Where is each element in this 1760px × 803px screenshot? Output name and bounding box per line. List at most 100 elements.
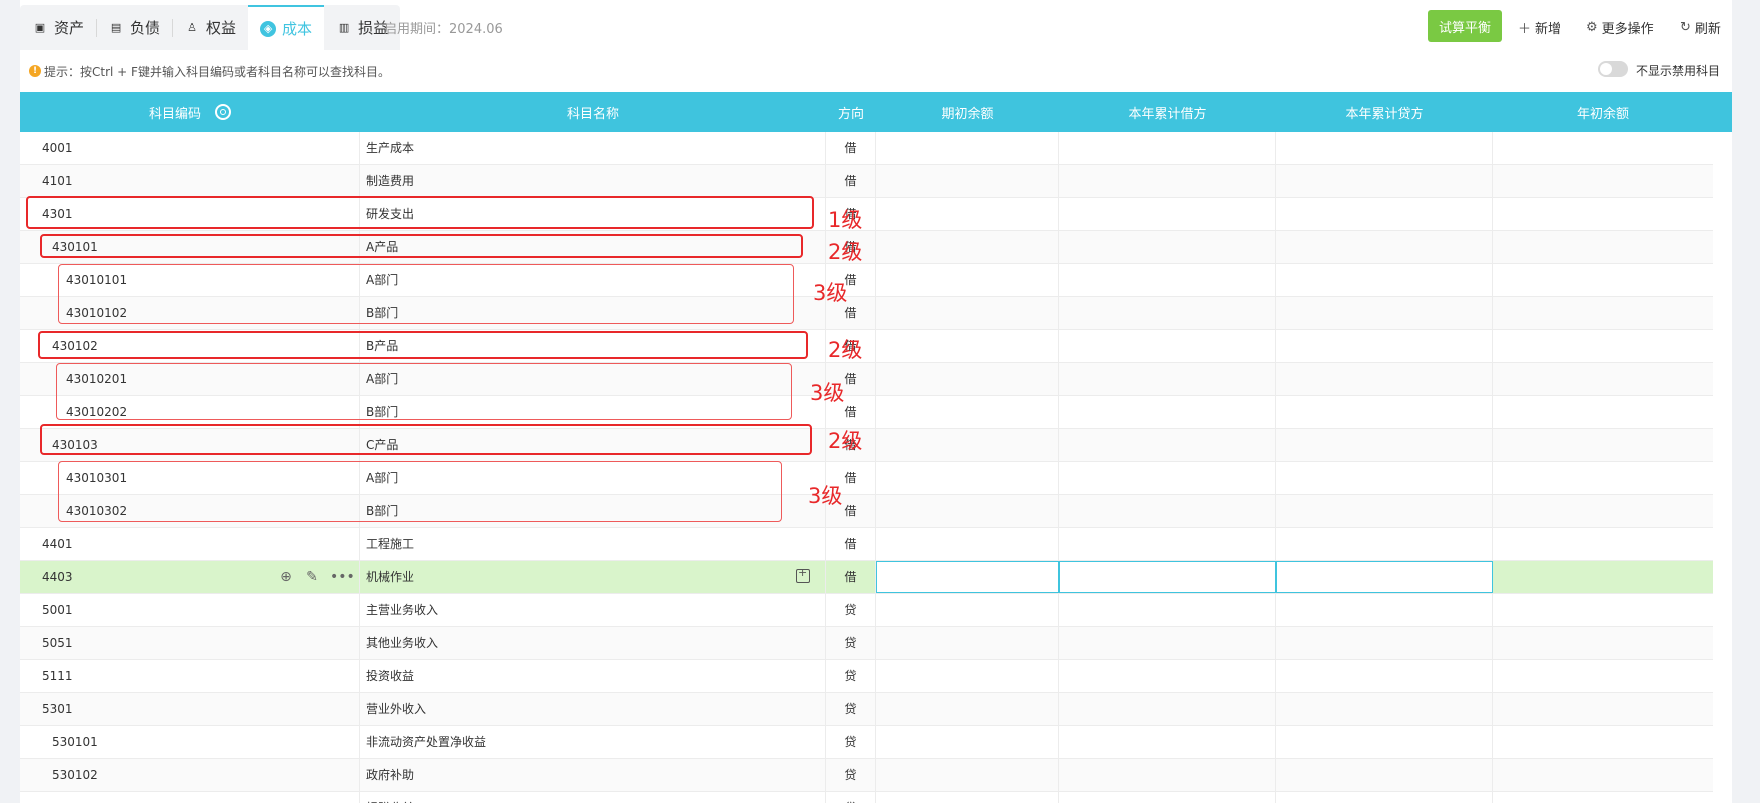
- more-actions-icon: ⚙: [1586, 20, 1598, 35]
- tab-label: 成本: [282, 20, 313, 38]
- cell-ytd-credit: [1276, 594, 1493, 626]
- cell-ytd-credit: [1276, 297, 1493, 329]
- annotation-label-level3-c: 3级: [808, 484, 843, 508]
- tab-liabilities[interactable]: ▤ 负债: [96, 5, 172, 50]
- column-header-opening-balance: 期初余额: [941, 106, 994, 122]
- cell-year-opening: [1493, 660, 1713, 692]
- tab-assets[interactable]: ▣ 资产: [20, 5, 96, 50]
- plus-icon: ＋: [1518, 22, 1532, 37]
- column-header-code-label: 科目编码: [148, 106, 201, 122]
- cell-ytd-debit: [1059, 264, 1276, 296]
- cell-ytd-debit: [1059, 363, 1276, 395]
- cell-ytd-debit: [1059, 693, 1276, 725]
- column-header-name: 科目名称: [566, 106, 619, 122]
- cell-subject-code: 530102: [20, 759, 360, 791]
- table-row[interactable]: 530103捐赠收益贷: [20, 792, 1713, 803]
- cell-year-opening: [1493, 330, 1713, 362]
- period-label: 启用期间：: [384, 22, 450, 37]
- cell-ytd-credit: [1276, 231, 1493, 263]
- cell-year-opening: [1493, 759, 1713, 791]
- cell-ytd-credit: [1276, 693, 1493, 725]
- cell-opening-balance[interactable]: [876, 561, 1059, 593]
- tab-cost[interactable]: ◈ 成本: [248, 5, 325, 50]
- asset-icon: ▣: [34, 21, 46, 34]
- table-row[interactable]: 4101 制造费用借: [20, 165, 1713, 198]
- table-row[interactable]: 530102 政府补助贷: [20, 759, 1713, 792]
- cell-opening-balance: [876, 429, 1059, 461]
- cell-opening-balance: [876, 693, 1059, 725]
- cell-direction: 贷: [826, 759, 876, 791]
- cell-subject-code: 5001: [20, 594, 360, 626]
- cell-opening-balance: [876, 462, 1059, 494]
- cell-direction: 贷: [826, 660, 876, 692]
- cell-year-opening: [1493, 132, 1713, 164]
- cell-year-opening: [1493, 495, 1713, 527]
- annotation-label-level3-a: 3级: [813, 281, 848, 305]
- table-row[interactable]: 4001 生产成本借: [20, 132, 1713, 165]
- cell-ytd-credit[interactable]: [1276, 561, 1493, 593]
- cell-ytd-debit: [1059, 792, 1276, 803]
- table-row[interactable]: 4403 机械作业借 ⊕ ✎ •••: [20, 561, 1713, 594]
- warning-icon: !: [29, 65, 41, 77]
- cell-ytd-debit: [1059, 330, 1276, 362]
- hide-disabled-label: 不显示禁用科目: [1636, 64, 1721, 78]
- cell-ytd-credit: [1276, 495, 1493, 527]
- more-icon[interactable]: •••: [330, 569, 355, 585]
- cell-opening-balance: [876, 660, 1059, 692]
- cell-opening-balance: [876, 726, 1059, 758]
- more-actions-button[interactable]: ⚙ 更多操作: [1586, 18, 1654, 37]
- cell-direction: 贷: [826, 627, 876, 659]
- cell-direction: 贷: [826, 726, 876, 758]
- cell-direction: 贷: [826, 693, 876, 725]
- annotation-box-level3-a: [58, 264, 794, 324]
- table-row[interactable]: 530101 非流动资产处置净收益贷: [20, 726, 1713, 759]
- cell-subject-code: 4401: [20, 528, 360, 560]
- table-row[interactable]: 5301 营业外收入贷: [20, 693, 1713, 726]
- column-header-year-opening: 年初余额: [1576, 106, 1629, 122]
- cell-ytd-credit: [1276, 726, 1493, 758]
- cell-year-opening: [1493, 528, 1713, 560]
- table-row[interactable]: 5051 其他业务收入贷: [20, 627, 1713, 660]
- cell-ytd-credit: [1276, 759, 1493, 791]
- liability-icon: ▤: [110, 21, 122, 34]
- cell-opening-balance: [876, 792, 1059, 803]
- cell-ytd-debit: [1059, 396, 1276, 428]
- hide-disabled-toggle[interactable]: [1598, 61, 1628, 77]
- trial-balance-button[interactable]: 试算平衡: [1428, 10, 1502, 42]
- top-bar: ▣ 资产 ▤ 负债 ♙ 权益 ◈ 成本 ▥ 损益 启用期间：2024.06 试算…: [20, 0, 1732, 50]
- tab-equity[interactable]: ♙ 权益: [172, 5, 248, 50]
- cell-ytd-debit: [1059, 297, 1276, 329]
- cell-ytd-debit[interactable]: [1059, 561, 1276, 593]
- copy-add-icon[interactable]: [796, 566, 810, 583]
- refresh-button[interactable]: ↻ 刷新: [1680, 18, 1721, 37]
- add-label: 新增: [1535, 22, 1562, 37]
- annotation-label-level2-a: 2级: [828, 240, 863, 264]
- gear-icon[interactable]: [215, 104, 231, 120]
- more-actions-label: 更多操作: [1601, 22, 1654, 37]
- annotation-box-level2-b: [38, 331, 808, 359]
- cell-opening-balance: [876, 132, 1059, 164]
- cell-year-opening: [1493, 231, 1713, 263]
- cell-ytd-credit: [1276, 462, 1493, 494]
- add-child-icon[interactable]: ⊕: [278, 569, 294, 585]
- edit-icon[interactable]: ✎: [304, 569, 320, 585]
- cell-opening-balance: [876, 528, 1059, 560]
- cell-subject-name: 主营业务收入: [360, 594, 826, 626]
- table-row[interactable]: 5001 主营业务收入贷: [20, 594, 1713, 627]
- cell-subject-code: 5301: [20, 693, 360, 725]
- cell-ytd-credit: [1276, 396, 1493, 428]
- cell-year-opening: [1493, 462, 1713, 494]
- cell-ytd-credit: [1276, 792, 1493, 803]
- column-header-direction: 方向: [837, 106, 864, 122]
- cell-direction: 借: [826, 132, 876, 164]
- add-button[interactable]: ＋ 新增: [1518, 18, 1561, 37]
- table-row[interactable]: 4401 工程施工借: [20, 528, 1713, 561]
- cell-ytd-credit: [1276, 627, 1493, 659]
- cost-icon: ◈: [260, 20, 277, 37]
- table-row[interactable]: 5111 投资收益贷: [20, 660, 1713, 693]
- cell-ytd-credit: [1276, 330, 1493, 362]
- column-header-code: 科目编码: [20, 92, 360, 132]
- period-value: 2024.06: [449, 22, 503, 37]
- cell-direction: 贷: [826, 792, 876, 803]
- cell-subject-code: 4001: [20, 132, 360, 164]
